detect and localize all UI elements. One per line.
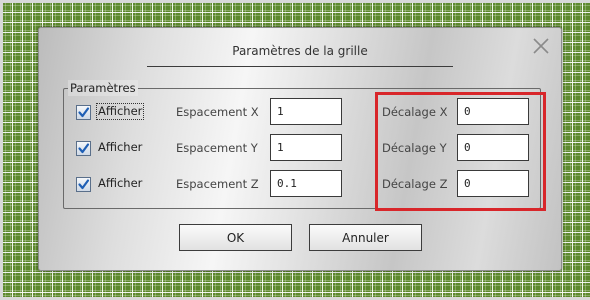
spacing-x-input[interactable] bbox=[270, 98, 342, 125]
spacing-y-label: Espacement Y bbox=[176, 141, 258, 155]
cancel-button[interactable]: Annuler bbox=[309, 224, 422, 251]
left-edge bbox=[0, 0, 3, 300]
row-z: Afficher Espacement Z Décalage Z bbox=[64, 169, 540, 199]
show-z-checkbox[interactable] bbox=[76, 177, 91, 192]
checkmark-icon bbox=[78, 179, 90, 190]
show-x-checkbox[interactable] bbox=[76, 105, 91, 120]
show-z-label[interactable]: Afficher bbox=[97, 176, 143, 191]
spacing-x-label: Espacement X bbox=[176, 105, 259, 119]
offset-x-input[interactable] bbox=[457, 98, 529, 125]
checkmark-icon bbox=[78, 143, 90, 154]
top-edge bbox=[0, 0, 590, 3]
row-y: Afficher Espacement Y Décalage Y bbox=[64, 133, 540, 163]
checkmark-icon bbox=[78, 107, 90, 118]
offset-y-input[interactable] bbox=[457, 134, 529, 161]
offset-z-label: Décalage Z bbox=[382, 177, 448, 191]
close-icon bbox=[533, 38, 549, 54]
grid-settings-dialog: Paramètres de la grille Paramètres Affic… bbox=[38, 27, 562, 271]
spacing-y-input[interactable] bbox=[270, 134, 342, 161]
offset-x-label: Décalage X bbox=[382, 105, 448, 119]
group-legend: Paramètres bbox=[68, 80, 138, 96]
show-x-label[interactable]: Afficher bbox=[95, 103, 145, 120]
ok-button[interactable]: OK bbox=[179, 224, 292, 251]
show-y-checkbox[interactable] bbox=[76, 141, 91, 156]
row-x: Afficher Espacement X Décalage X bbox=[64, 97, 540, 127]
spacing-z-input[interactable] bbox=[270, 170, 342, 197]
dialog-title: Paramètres de la grille bbox=[147, 38, 453, 67]
show-y-label[interactable]: Afficher bbox=[97, 140, 143, 155]
parameters-group: Paramètres Afficher Espacement X Décalag… bbox=[63, 80, 541, 209]
offset-z-input[interactable] bbox=[457, 170, 529, 197]
close-button[interactable] bbox=[529, 34, 553, 58]
offset-y-label: Décalage Y bbox=[382, 141, 447, 155]
spacing-z-label: Espacement Z bbox=[176, 177, 259, 191]
